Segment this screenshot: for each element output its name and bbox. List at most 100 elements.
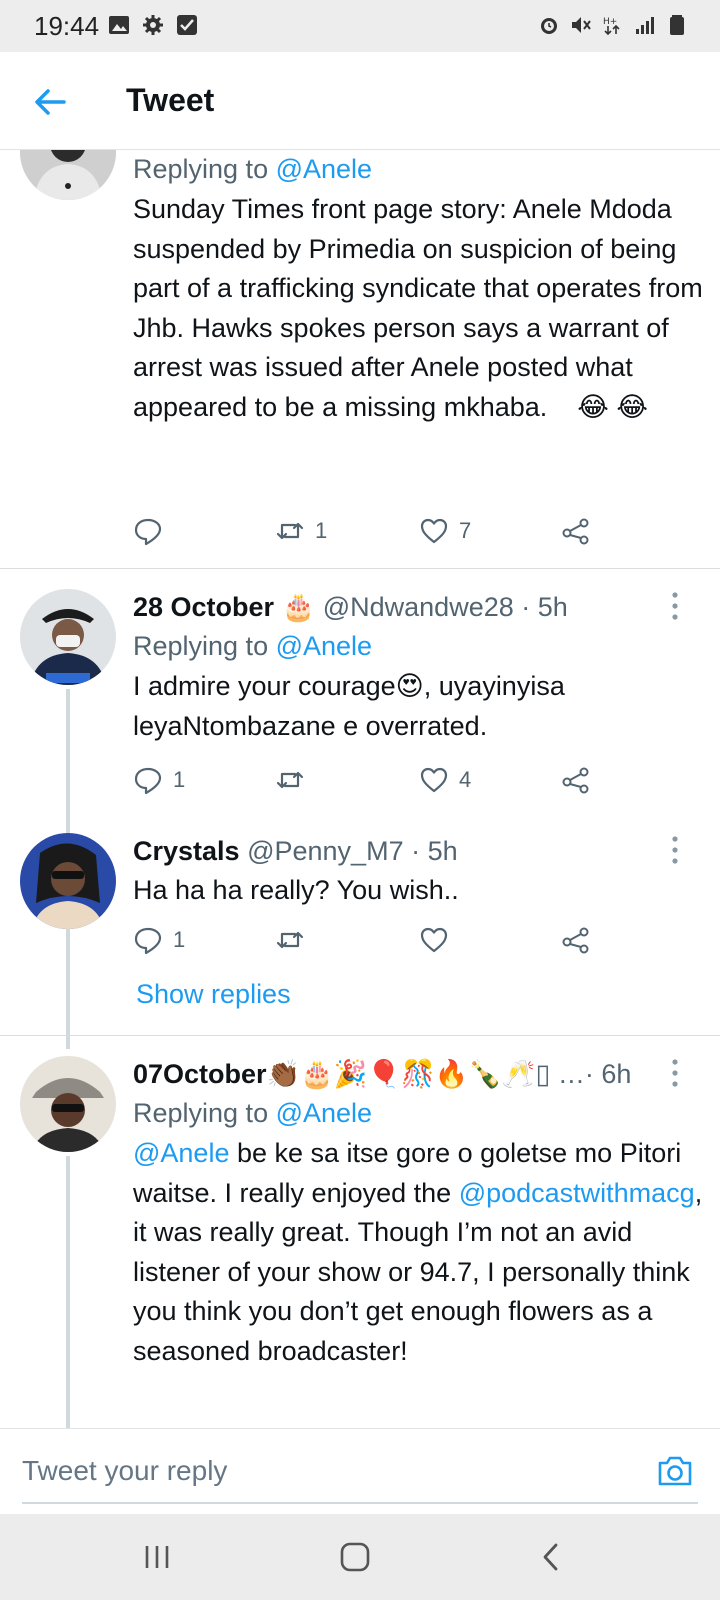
tweet-header: 28 October 🎂 @Ndwandwe28 · 5h	[133, 589, 703, 625]
avatar-image	[20, 589, 116, 685]
retweet-icon	[276, 522, 304, 540]
tweet-item[interactable]: 07October👏🏾🎂🎉🎈🎊🔥🍾🥂▯ …· 6h Replying to @A…	[0, 1036, 720, 1428]
reply-button[interactable]	[133, 516, 163, 546]
tweet-actions: 1	[133, 925, 613, 957]
replying-to-label: Replying to	[133, 631, 276, 661]
tweet-text: I admire your courage😍, uyayinyisa leyaN…	[133, 671, 565, 741]
handle[interactable]: @Penny_M7	[247, 836, 404, 866]
page-title: Tweet	[126, 82, 215, 118]
display-name[interactable]: 07October	[133, 1059, 267, 1089]
reply-composer: Tweet your reply	[0, 1428, 720, 1514]
data-transfer-icon: H+	[603, 17, 620, 36]
tweet-item[interactable]: 28 October 🎂 @Ndwandwe28 · 5h Replying t…	[0, 569, 720, 1049]
reply-count: 1	[173, 767, 186, 792]
retweet-icon	[276, 771, 304, 789]
reply-input[interactable]: Tweet your reply	[22, 1455, 227, 1487]
display-name[interactable]: Crystals	[133, 836, 240, 866]
display-name[interactable]: 28 October	[133, 592, 274, 622]
tweet-item[interactable]: Replying to @Anele Sunday Times front pa…	[0, 150, 720, 568]
name-emoji: 🎂	[281, 592, 316, 622]
tweet-header: Crystals @Penny_M7 · 5h	[133, 833, 703, 869]
avatar-image	[20, 833, 116, 929]
tweet-emoji: 😂 😂	[577, 391, 648, 422]
reply-count: 1	[173, 927, 186, 952]
avatar-image	[20, 150, 116, 200]
tweet-header: 07October👏🏾🎂🎉🎈🎊🔥🍾🥂▯ …· 6h	[133, 1056, 703, 1092]
status-time: 19:44	[34, 11, 100, 41]
signal-icon	[636, 17, 654, 34]
reply-icon	[134, 767, 162, 795]
nested-reply[interactable]: Crystals @Penny_M7 · 5h Ha ha ha really?…	[0, 817, 720, 1017]
share-icon	[562, 518, 589, 545]
input-underline	[22, 1502, 698, 1504]
more-options-icon[interactable]	[670, 1058, 680, 1088]
status-bar: 19:44 H+	[0, 0, 720, 52]
tweet-text: Sunday Times front page story: Anele Mdo…	[133, 190, 703, 427]
share-button[interactable]	[561, 516, 591, 546]
retweet-button[interactable]: 1	[275, 516, 327, 546]
tweet-time: · 5h	[411, 836, 458, 866]
tweet-text: Ha ha ha really? You wish..	[133, 875, 459, 905]
camera-icon[interactable]	[656, 1453, 694, 1489]
replying-to: Replying to @Anele	[133, 627, 703, 665]
retweet-count: 1	[315, 518, 328, 543]
replying-to: Replying to @Anele	[133, 1094, 703, 1132]
tweet-text-content: Sunday Times front page story: Anele Mdo…	[133, 194, 703, 422]
avatar-image	[20, 1056, 116, 1152]
avatar[interactable]	[20, 1056, 116, 1152]
handle[interactable]: @Ndwandwe28	[323, 592, 514, 622]
battery-icon	[670, 15, 684, 35]
reply-button[interactable]: 1	[133, 765, 185, 795]
like-button[interactable]	[419, 925, 449, 955]
reply-icon	[134, 927, 162, 955]
avatar[interactable]	[20, 833, 116, 929]
reply-icon	[134, 518, 162, 546]
more-options-icon[interactable]	[670, 591, 680, 621]
system-nav-bar	[0, 1514, 720, 1600]
like-count: 7	[459, 518, 472, 543]
avatar[interactable]	[20, 150, 116, 200]
retweet-button[interactable]	[275, 765, 305, 795]
back-icon[interactable]	[534, 1540, 568, 1574]
replying-to-handle[interactable]: @Anele	[276, 631, 372, 661]
share-icon	[562, 767, 589, 794]
reply-button[interactable]: 1	[133, 925, 185, 955]
tweet-text: @Anele be ke sa itse gore o goletse mo P…	[133, 1134, 703, 1371]
tweet-thread[interactable]: Replying to @Anele Sunday Times front pa…	[0, 150, 720, 1428]
thread-continuation-dots	[65, 983, 71, 1011]
svg-text:H+: H+	[603, 17, 617, 27]
home-icon[interactable]	[338, 1540, 372, 1574]
like-button[interactable]: 4	[419, 765, 471, 795]
heart-icon	[420, 927, 448, 953]
tweet-time: · 5h	[521, 592, 568, 622]
text-mention[interactable]: @Anele	[133, 1138, 229, 1168]
app-bar: Tweet	[0, 52, 720, 150]
replying-to-label: Replying to	[133, 154, 276, 184]
back-arrow-icon[interactable]	[30, 82, 70, 122]
tweet-time: · 6h	[584, 1059, 632, 1089]
share-button[interactable]	[561, 925, 591, 955]
checkbox-notification-icon	[177, 15, 197, 35]
settings-gear-icon	[143, 15, 163, 35]
mute-icon	[572, 17, 591, 33]
replying-to: Replying to @Anele	[133, 150, 703, 188]
name-emoji: 👏🏾🎂🎉🎈🎊🔥🍾🥂▯ …	[266, 1059, 585, 1089]
heart-icon	[420, 518, 448, 544]
replying-to-handle[interactable]: @Anele	[276, 154, 372, 184]
share-button[interactable]	[561, 765, 591, 795]
share-icon	[562, 927, 589, 954]
replying-to-label: Replying to	[133, 1098, 276, 1128]
text-mention[interactable]: @podcastwithmacg	[459, 1178, 695, 1208]
alarm-icon	[541, 18, 557, 34]
show-replies-link[interactable]: Show replies	[136, 979, 291, 1010]
retweet-button[interactable]	[275, 925, 305, 955]
more-options-icon[interactable]	[670, 835, 680, 865]
retweet-icon	[276, 931, 304, 949]
tweet-actions: 1 4	[133, 765, 613, 797]
recent-apps-icon[interactable]	[140, 1540, 174, 1574]
avatar[interactable]	[20, 589, 116, 685]
replying-to-handle[interactable]: @Anele	[276, 1098, 372, 1128]
heart-icon	[420, 767, 448, 793]
thread-line	[66, 1156, 70, 1428]
like-button[interactable]: 7	[419, 516, 471, 546]
